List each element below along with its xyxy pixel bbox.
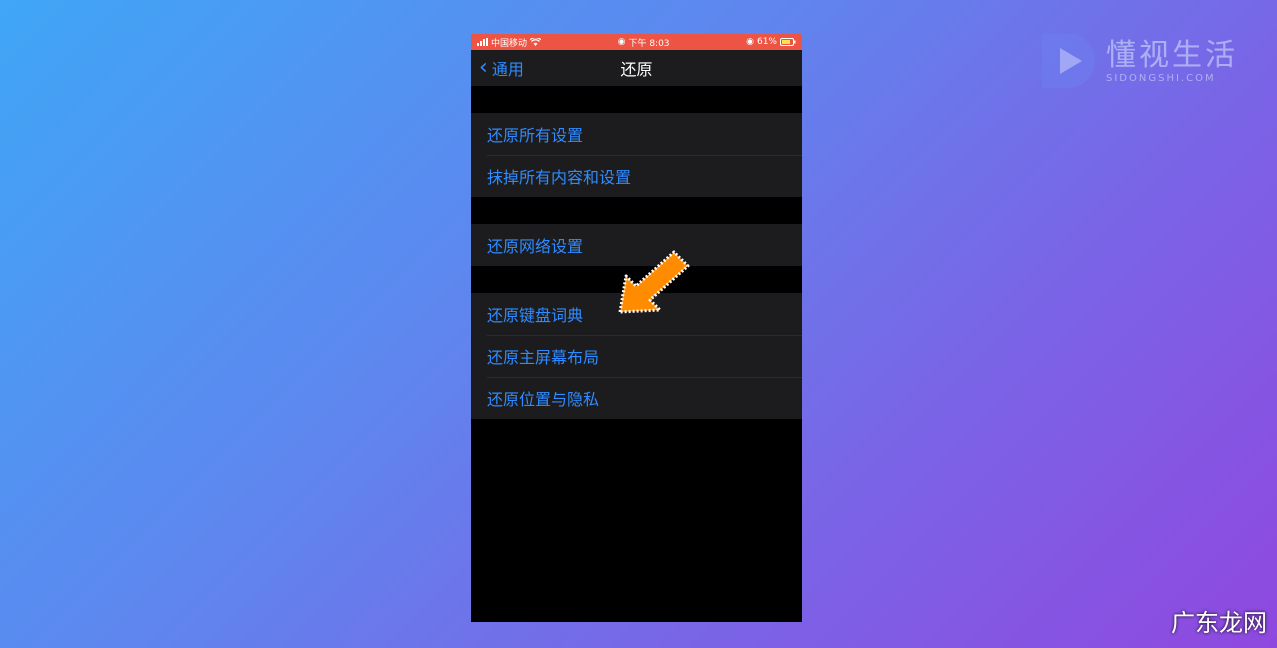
brand-logo: 懂视生活 SIDONGSHI.COM <box>1038 30 1238 92</box>
play-logo-icon <box>1042 34 1095 88</box>
reset-location-privacy[interactable]: 还原位置与隐私 <box>471 377 802 419</box>
reset-home-screen-layout[interactable]: 还原主屏幕布局 <box>471 335 802 377</box>
logo-text-cn: 懂视生活 <box>1106 37 1238 73</box>
wifi-icon <box>530 38 542 46</box>
phone-screen: 中国移动 ◉ 下午 8:03 ◉ 61% ‹ 通用 还原 还原所有设置 抹掉所有… <box>471 34 802 622</box>
orientation-lock-icon: ◉ <box>746 37 754 47</box>
pointer-arrow-icon <box>618 250 690 314</box>
carrier-label: 中国移动 <box>491 38 528 49</box>
logo-text-en: SIDONGSHI.COM <box>1106 72 1216 84</box>
battery-percent: 61% <box>756 37 777 47</box>
recording-icon: ◉ <box>617 37 626 47</box>
navigation-bar: ‹ 通用 还原 <box>471 50 802 86</box>
back-label: 通用 <box>491 60 524 79</box>
back-button[interactable]: ‹ 通用 <box>479 50 524 86</box>
bottom-watermark: 广东龙网 <box>1171 609 1267 637</box>
reset-group-1: 还原所有设置 抹掉所有内容和设置 <box>471 113 802 197</box>
clock: 下午 8:03 <box>628 38 670 49</box>
reset-all-settings[interactable]: 还原所有设置 <box>471 113 802 155</box>
chevron-left-icon: ‹ <box>479 55 488 80</box>
erase-all-content-and-settings[interactable]: 抹掉所有内容和设置 <box>471 155 802 197</box>
status-bar: 中国移动 ◉ 下午 8:03 ◉ 61% <box>471 34 802 50</box>
signal-icon <box>477 38 488 46</box>
battery-charging-icon <box>779 38 796 46</box>
